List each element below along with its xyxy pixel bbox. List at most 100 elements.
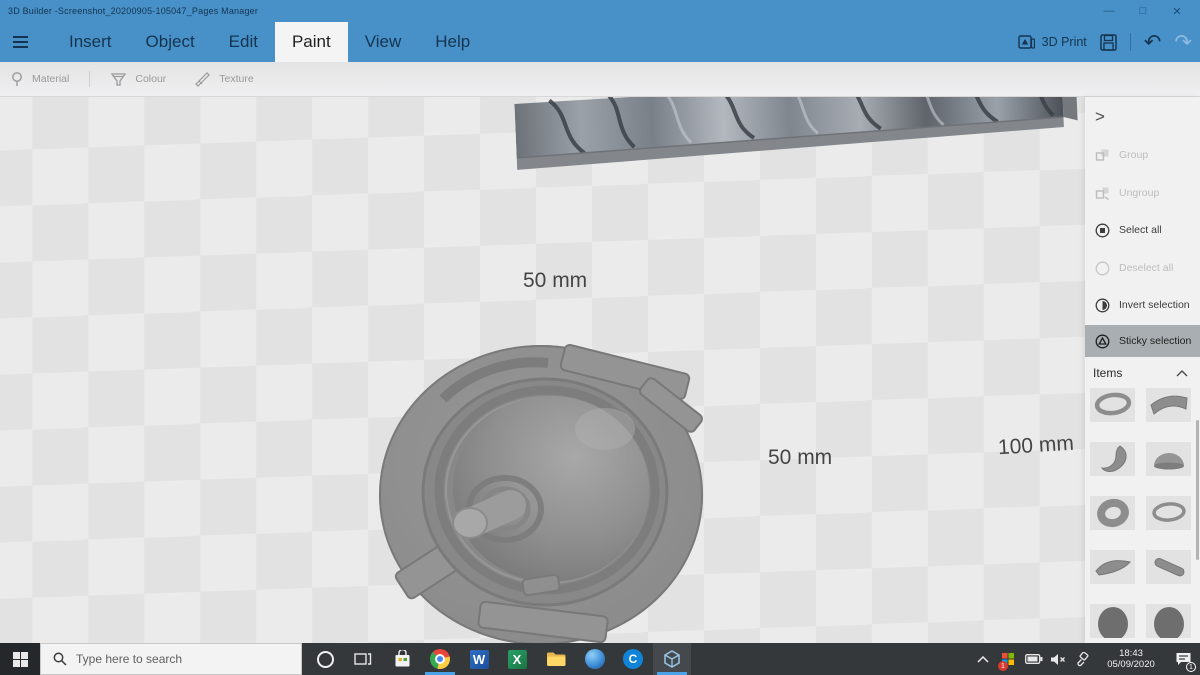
item-thumb-dark-ellipse[interactable]: [1090, 604, 1135, 638]
3d-print-label: 3D Print: [1041, 35, 1087, 49]
start-button[interactable]: [0, 643, 40, 675]
colour-funnel-icon: [111, 73, 127, 86]
measurement-label-model: 50 mm: [768, 446, 833, 469]
item-thumb-rod[interactable]: [1146, 550, 1191, 584]
battery-icon[interactable]: [1022, 643, 1046, 675]
item-thumb-hemisphere[interactable]: [1146, 442, 1191, 476]
search-input[interactable]: [76, 652, 276, 666]
select-all-icon: [1095, 223, 1110, 237]
3d-builder-window: 3D Builder -Screenshot_20200905-105047_P…: [0, 0, 1200, 675]
sticky-selection-label: Sticky selection: [1119, 335, 1192, 347]
menu-object[interactable]: Object: [129, 22, 212, 62]
measurement-label-plate: 100 mm: [997, 431, 1075, 460]
edge-icon: [585, 649, 605, 669]
task-view-button[interactable]: [344, 643, 382, 675]
ungroup-icon: [1095, 187, 1109, 200]
file-explorer-icon: [547, 652, 566, 666]
menu-edit[interactable]: Edit: [212, 22, 275, 62]
camtasia-button[interactable]: C: [614, 643, 652, 675]
select-all-label: Select all: [1119, 224, 1162, 236]
store-button[interactable]: [383, 643, 421, 675]
window-title: 3D Builder -Screenshot_20200905-105047_P…: [8, 6, 259, 16]
edge-button[interactable]: [576, 643, 614, 675]
items-scrollbar[interactable]: [1196, 420, 1199, 560]
selection-panel: > Group Ungroup Select all Deselect all …: [1085, 97, 1200, 643]
items-section-header[interactable]: Items: [1085, 362, 1200, 384]
notification-badge: 1: [1186, 662, 1196, 672]
3d-print-button[interactable]: 3D Print: [1017, 34, 1087, 50]
chrome-button[interactable]: [421, 643, 459, 675]
item-thumb-horn[interactable]: [1090, 442, 1135, 476]
3d-print-icon: [1017, 34, 1035, 49]
texture-label: Texture: [219, 73, 254, 85]
material-label: Material: [32, 73, 70, 85]
camtasia-icon: C: [623, 649, 643, 669]
deselect-all-button[interactable]: Deselect all: [1085, 253, 1200, 283]
taskbar-search[interactable]: [40, 643, 302, 675]
items-header-label: Items: [1093, 366, 1123, 380]
menu-insert[interactable]: Insert: [52, 22, 129, 62]
tray-chevron-up-icon[interactable]: [972, 643, 994, 675]
menu-view[interactable]: View: [348, 22, 419, 62]
store-icon: [395, 650, 409, 667]
3d-viewport[interactable]: 50 mm 50 mm 100 mm: [0, 97, 1200, 643]
measurement-label-slab: 50 mm: [523, 269, 588, 292]
save-icon[interactable]: [1100, 33, 1117, 51]
material-tool[interactable]: Material: [0, 71, 83, 87]
excel-button[interactable]: X: [498, 643, 536, 675]
toolbar-divider: [89, 71, 91, 87]
volume-muted-icon[interactable]: [1046, 643, 1070, 675]
redo-button-disabled[interactable]: ↷: [1174, 32, 1192, 53]
usb-device-icon[interactable]: [1070, 643, 1094, 675]
hamburger-menu-icon[interactable]: [0, 22, 40, 62]
search-icon: [53, 652, 67, 666]
word-icon: W: [469, 649, 489, 669]
item-thumb-thin-ring[interactable]: [1146, 496, 1191, 530]
deselect-all-icon: [1095, 261, 1110, 275]
group-icon: [1095, 149, 1109, 161]
cortana-icon: [316, 650, 334, 668]
round-model-object[interactable]: [373, 337, 708, 643]
action-center-button[interactable]: 1: [1168, 643, 1198, 675]
close-button[interactable]: ✕: [1160, 0, 1194, 22]
tray-app-icon[interactable]: 1: [996, 643, 1020, 675]
select-all-button[interactable]: Select all: [1085, 215, 1200, 245]
item-thumb-blade[interactable]: [1090, 550, 1135, 584]
3d-builder-taskbar-button[interactable]: [653, 643, 691, 675]
menu-help[interactable]: Help: [418, 22, 487, 62]
cortana-button[interactable]: [306, 643, 344, 675]
invert-selection-icon: [1095, 298, 1110, 312]
item-thumb-ring[interactable]: [1090, 388, 1135, 422]
colour-tool[interactable]: Colour: [96, 71, 180, 87]
chevron-up-icon: [1176, 369, 1188, 376]
ungroup-button[interactable]: Ungroup: [1085, 178, 1200, 208]
word-button[interactable]: W: [460, 643, 498, 675]
excel-icon: X: [507, 649, 527, 669]
menu-divider: [1129, 33, 1131, 51]
menu-paint-active[interactable]: Paint: [274, 22, 348, 62]
group-button[interactable]: Group: [1085, 140, 1200, 170]
panel-collapse-chevron-icon[interactable]: >: [1095, 105, 1117, 129]
item-thumb-torus[interactable]: [1090, 496, 1135, 530]
maximize-button[interactable]: □: [1126, 0, 1160, 22]
invert-selection-label: Invert selection: [1119, 299, 1190, 311]
file-explorer-button[interactable]: [537, 643, 575, 675]
texture-tool[interactable]: Texture: [180, 71, 267, 87]
minimize-button[interactable]: —: [1092, 0, 1126, 22]
menubar: Insert Object Edit Paint View Help 3D Pr…: [0, 22, 1200, 62]
clock-date: 05/09/2020: [1107, 659, 1155, 670]
taskbar-clock[interactable]: 18:43 05/09/2020: [1094, 643, 1168, 675]
invert-selection-button[interactable]: Invert selection: [1085, 290, 1200, 320]
texture-brush-icon: [195, 72, 211, 87]
sticky-selection-button-active[interactable]: Sticky selection: [1085, 325, 1200, 357]
deselect-all-label: Deselect all: [1119, 262, 1174, 274]
item-thumb-curved-bar[interactable]: [1146, 388, 1191, 422]
windows-logo-icon: [12, 651, 28, 667]
titlebar: 3D Builder -Screenshot_20200905-105047_P…: [0, 0, 1200, 22]
sticky-selection-icon: [1095, 334, 1110, 348]
material-dropper-icon: [12, 72, 22, 86]
colour-label: Colour: [135, 73, 167, 85]
item-thumb-dark-ellipse-2[interactable]: [1146, 604, 1191, 638]
group-label: Group: [1119, 149, 1149, 161]
undo-button[interactable]: ↶: [1144, 32, 1162, 53]
